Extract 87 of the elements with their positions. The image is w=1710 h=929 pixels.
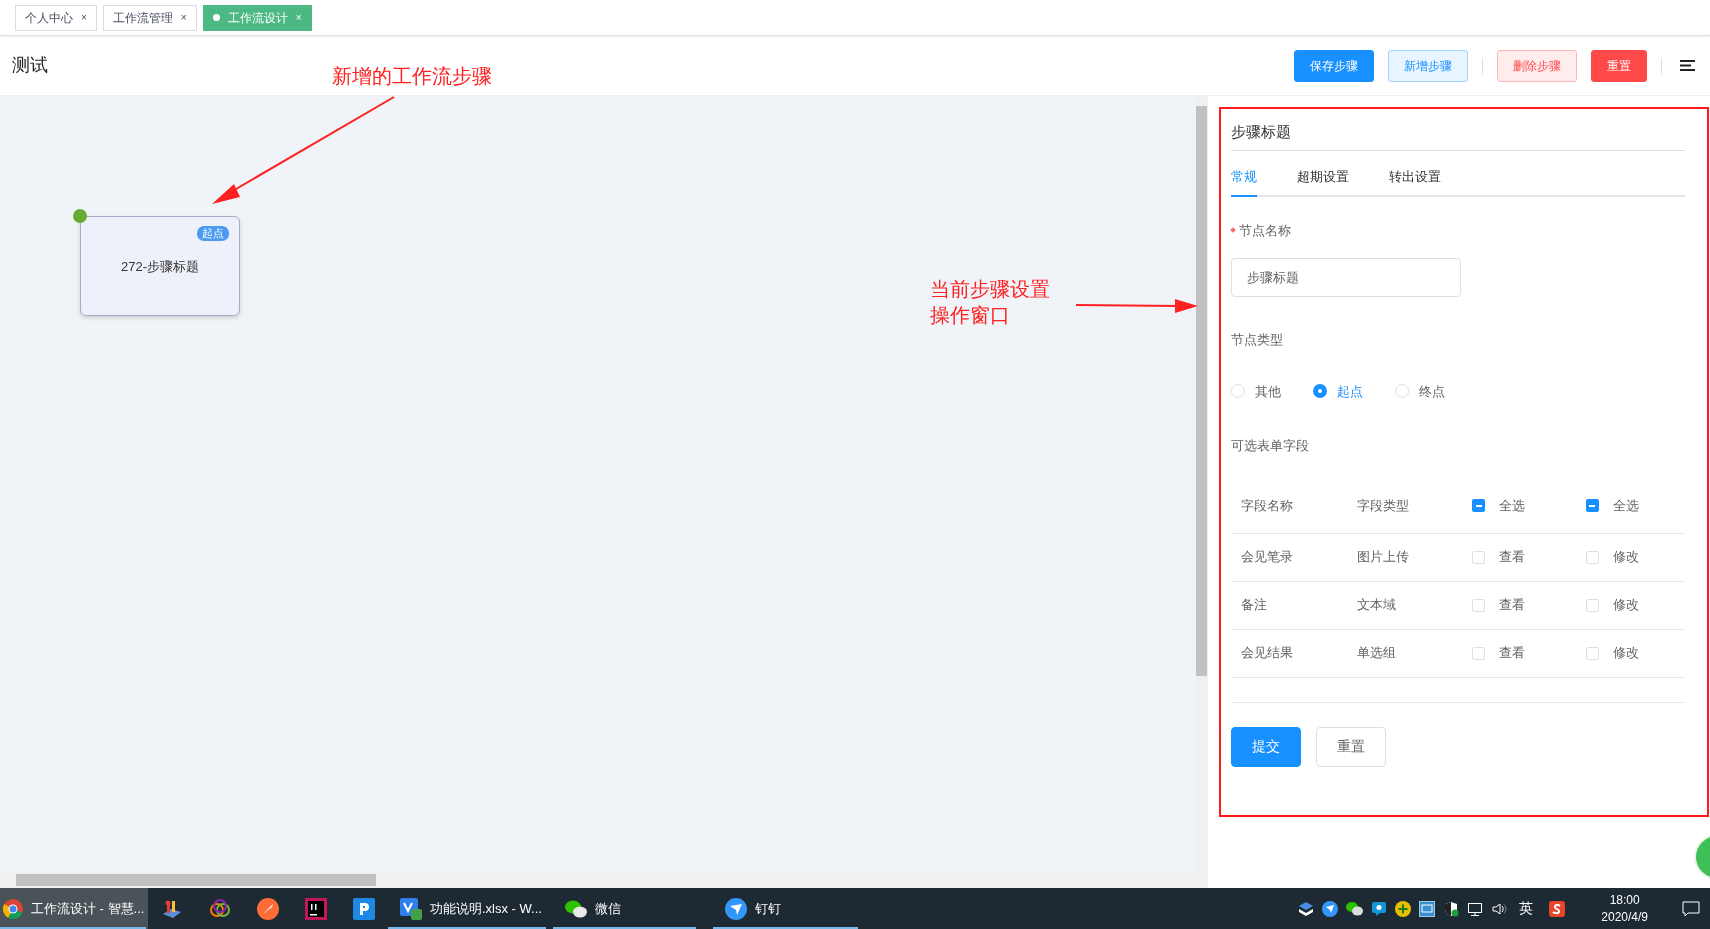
tab-label: 工作流管理 bbox=[112, 9, 173, 27]
checkbox[interactable] bbox=[1472, 646, 1486, 660]
radio-option[interactable]: 其他 bbox=[1231, 381, 1287, 401]
table-cell-text: 单选组 bbox=[1357, 644, 1397, 663]
browser-icon bbox=[3, 898, 23, 919]
checkbox[interactable] bbox=[1585, 550, 1599, 564]
checkbox-label: 修改 bbox=[1612, 548, 1639, 567]
column-header: 字段名称 bbox=[1241, 496, 1293, 515]
workflow-node[interactable]: 起点 272-步骤标题 bbox=[80, 216, 240, 316]
p-app-icon bbox=[353, 897, 375, 920]
menu-icon[interactable] bbox=[1680, 59, 1695, 72]
checkbox[interactable] bbox=[1585, 598, 1599, 612]
annotation-text: 新增的工作流步骤 bbox=[332, 64, 492, 88]
ide-icon bbox=[305, 897, 327, 920]
taskbar-label: 钉钉 bbox=[755, 899, 781, 918]
notification-icon[interactable] bbox=[1682, 900, 1700, 917]
close-icon[interactable]: × bbox=[180, 10, 187, 25]
table-cell-text: 会见笔录 bbox=[1241, 548, 1293, 567]
table-cell-text: 会见结果 bbox=[1241, 644, 1293, 663]
checkbox[interactable] bbox=[1472, 499, 1486, 512]
checkbox-label: 查看 bbox=[1499, 644, 1526, 663]
column-header: 全选 bbox=[1612, 496, 1639, 515]
radio-icon[interactable] bbox=[1313, 384, 1327, 399]
taskbar-item[interactable]: 钉钉 bbox=[713, 888, 860, 929]
checkbox-label: 修改 bbox=[1612, 644, 1639, 663]
stack-icon[interactable] bbox=[1298, 900, 1315, 917]
table-cell-text: 图片上传 bbox=[1357, 548, 1410, 567]
clock-time: 18:00 bbox=[1609, 891, 1640, 909]
tab-label: 个人中心 bbox=[25, 9, 73, 27]
paper-plane-icon[interactable] bbox=[1322, 900, 1339, 917]
radio-icon[interactable] bbox=[1231, 384, 1245, 399]
radio-label: 终点 bbox=[1419, 382, 1445, 401]
field-label: 节点名称 bbox=[1239, 221, 1291, 240]
taskbar-item[interactable]: 工作流设计 - 智慧... bbox=[0, 888, 148, 929]
chat-bubbles-icon[interactable] bbox=[1346, 901, 1364, 916]
field-label: 节点类型 bbox=[1231, 331, 1283, 349]
connection-handle[interactable] bbox=[73, 209, 87, 223]
input-method-icon[interactable] bbox=[1549, 900, 1566, 917]
rocket-icon bbox=[257, 897, 279, 920]
spreadsheet-icon bbox=[400, 897, 422, 920]
annotation-text: 当前步骤设置 操作窗口 bbox=[930, 277, 1050, 328]
page-tab[interactable]: 工作流管理 × bbox=[102, 4, 197, 31]
radio-option[interactable]: 终点 bbox=[1395, 381, 1451, 401]
taskbar-label: 工作流设计 - 智慧... bbox=[31, 899, 145, 918]
network-icon[interactable] bbox=[1467, 900, 1484, 917]
page-tab[interactable]: 个人中心 × bbox=[15, 4, 97, 31]
input-language-indicator[interactable]: 英 bbox=[1519, 898, 1534, 919]
shield-icon[interactable] bbox=[1443, 900, 1460, 917]
checkbox[interactable] bbox=[1472, 598, 1486, 612]
vertical-scrollbar[interactable] bbox=[1195, 96, 1208, 872]
start-badge: 起点 bbox=[197, 226, 229, 241]
speaker-icon[interactable] bbox=[1491, 900, 1508, 917]
taskbar-label: 微信 bbox=[595, 899, 621, 918]
checkbox-label: 查看 bbox=[1499, 548, 1526, 567]
clock-date: 2020/4/9 bbox=[1601, 908, 1648, 926]
checkbox-label: 修改 bbox=[1612, 596, 1639, 615]
taskbar-item[interactable]: 功能说明.xlsx - W... bbox=[388, 888, 548, 929]
page-title: 测试 bbox=[12, 54, 48, 77]
table-cell-text: 文本域 bbox=[1357, 596, 1397, 615]
horizontal-scrollbar[interactable] bbox=[0, 872, 1208, 888]
panel-tab[interactable]: 转出设置 bbox=[1389, 167, 1441, 197]
panel-tab[interactable]: 超期设置 bbox=[1297, 167, 1349, 197]
taskbar-clock[interactable]: 18:00 2020/4/9 bbox=[1601, 891, 1648, 926]
radio-icon[interactable] bbox=[1395, 384, 1409, 399]
section-label: 可选表单字段 bbox=[1231, 437, 1309, 455]
rings-icon bbox=[209, 897, 231, 920]
radio-label: 起点 bbox=[1337, 382, 1363, 401]
name-input[interactable]: 步骤标题 bbox=[1231, 258, 1461, 297]
panel-title: 步骤标题 bbox=[1231, 123, 1291, 140]
taskbar-label: 功能说明.xlsx - W... bbox=[430, 899, 542, 918]
checkbox[interactable] bbox=[1585, 646, 1599, 660]
paper-plane-icon bbox=[725, 897, 747, 920]
taskbar-item[interactable]: 微信 bbox=[553, 888, 698, 929]
close-icon[interactable]: × bbox=[81, 10, 87, 25]
tab-label: 工作流设计 bbox=[227, 9, 288, 27]
checkbox[interactable] bbox=[1472, 550, 1486, 564]
table-cell-text: 备注 bbox=[1241, 596, 1267, 615]
checkbox[interactable] bbox=[1585, 499, 1599, 512]
radio-label: 其他 bbox=[1255, 382, 1281, 401]
column-header: 字段类型 bbox=[1357, 496, 1410, 515]
monitor-icon[interactable] bbox=[1419, 900, 1436, 917]
form-button[interactable]: 重置 bbox=[1316, 726, 1386, 767]
chat-bubbles-icon bbox=[565, 898, 587, 919]
node-label: 272-步骤标题 bbox=[120, 258, 200, 276]
checkbox-label: 查看 bbox=[1499, 596, 1526, 615]
column-header: 全选 bbox=[1499, 496, 1526, 515]
plus-circle-icon[interactable] bbox=[1395, 900, 1412, 917]
